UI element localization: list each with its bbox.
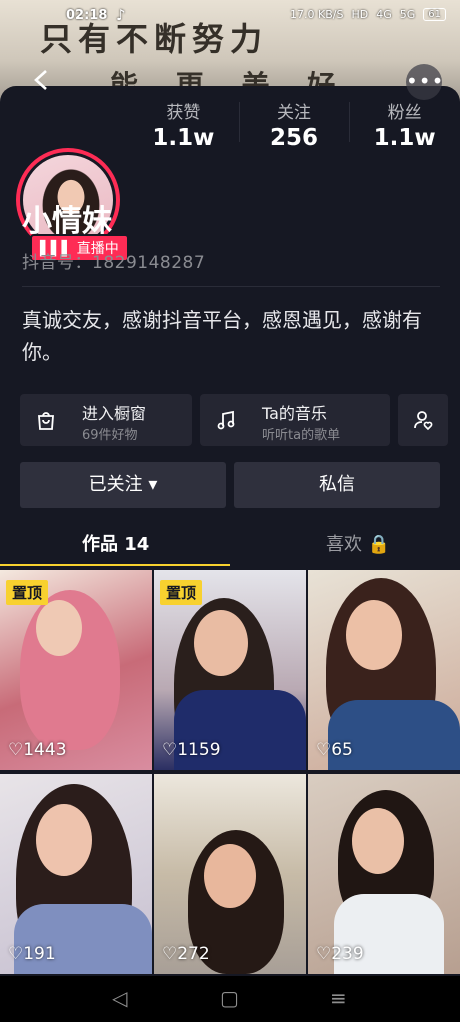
status-right: 17.0 KB/S HD 4G 5G 61 [290, 8, 446, 21]
like-count: ♡191 [8, 944, 56, 964]
profile-card: ▌▌▌ 直播中 获赞 1.1w 关注 256 粉丝 1.1w 小情妹 抖音号：1… [0, 86, 460, 1022]
nav-back-icon[interactable]: ◁ [112, 986, 127, 1010]
tab-likes[interactable]: 喜欢 🔒 [326, 530, 390, 556]
like-count: ♡272 [162, 944, 210, 964]
shopping-bag-icon [34, 408, 58, 432]
chevron-left-icon [34, 70, 47, 90]
music-tile[interactable]: Ta的音乐 听听ta的歌单 [200, 394, 390, 446]
like-count: ♡1443 [8, 740, 67, 760]
tiktok-icon: ♪ [116, 6, 126, 24]
message-button[interactable]: 私信 [234, 462, 440, 508]
nav-home-icon[interactable]: ▢ [220, 986, 239, 1010]
like-count: ♡239 [316, 944, 364, 964]
like-count: ♡1159 [162, 740, 221, 760]
music-note-icon [214, 408, 238, 432]
active-tab-indicator [0, 564, 230, 566]
system-nav-bar: ◁ ▢ ≡ [0, 976, 460, 1022]
back-button[interactable] [28, 66, 56, 94]
user-heart-icon [412, 408, 436, 432]
nav-menu-icon[interactable]: ≡ [330, 986, 347, 1010]
shop-tile[interactable]: 进入橱窗 69件好物 [20, 394, 192, 446]
status-bar: 02:18 ♪ 17.0 KB/S HD 4G 5G 61 [0, 0, 460, 32]
pinned-badge: 置顶 [160, 580, 203, 605]
stat-likes[interactable]: 获赞 1.1w [128, 92, 239, 152]
hd-badge: HD [351, 8, 369, 21]
followed-button[interactable]: 已关注 ▾ [20, 462, 226, 508]
signal-1: 4G [376, 8, 392, 21]
video-thumbnail[interactable]: 置顶 ♡1159 [154, 570, 306, 770]
stat-following[interactable]: 关注 256 [238, 92, 350, 152]
more-dots-icon: ••• [406, 69, 445, 93]
stat-followers[interactable]: 粉丝 1.1w [349, 92, 460, 152]
status-time: 02:18 [66, 8, 108, 23]
battery-icon: 61 [423, 8, 446, 21]
stats-row: 获赞 1.1w 关注 256 粉丝 1.1w [128, 92, 460, 152]
video-thumbnail[interactable]: ♡191 [0, 774, 152, 974]
more-options-button[interactable]: ••• [406, 64, 445, 100]
video-thumbnail[interactable]: ♡272 [154, 774, 306, 974]
like-count: ♡65 [316, 740, 353, 760]
content-tabs: 作品 14 喜欢 🔒 [0, 520, 460, 566]
signal-2: 5G [399, 8, 416, 21]
douyin-id: 抖音号：1829148287 [22, 253, 206, 273]
pinned-badge: 置顶 [6, 580, 49, 605]
tab-works[interactable]: 作品 14 [82, 530, 149, 556]
divider [22, 286, 440, 287]
fan-group-tile[interactable] [398, 394, 448, 446]
network-speed: 17.0 KB/S [290, 8, 344, 21]
video-thumbnail[interactable]: 置顶 ♡1443 [0, 570, 152, 770]
profile-name: 小情妹 [22, 204, 112, 239]
video-thumbnail[interactable]: ♡239 [308, 774, 460, 974]
video-thumbnail[interactable]: ♡65 [308, 570, 460, 770]
profile-bio: 真诚交友，感谢抖音平台，感恩遇见，感谢有你。 [22, 308, 422, 364]
